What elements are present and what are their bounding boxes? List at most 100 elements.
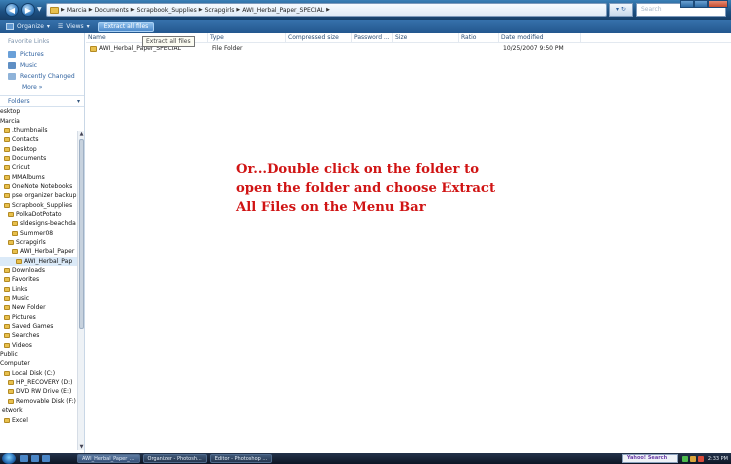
favorite-label: Music bbox=[20, 62, 38, 69]
folder-icon bbox=[4, 417, 10, 423]
views-button[interactable]: ☰ Views ▾ bbox=[58, 23, 90, 30]
scrollbar-thumb[interactable] bbox=[79, 139, 84, 329]
column-header-type[interactable]: Type bbox=[208, 33, 286, 43]
more-link[interactable]: More » bbox=[0, 82, 84, 95]
ie-icon[interactable] bbox=[31, 455, 39, 462]
start-button[interactable] bbox=[2, 453, 16, 464]
scroll-down-icon[interactable]: ▼ bbox=[78, 444, 84, 450]
yahoo-search-input[interactable]: Yahoo! Search bbox=[621, 454, 678, 463]
folder-icon bbox=[4, 277, 10, 283]
extract-all-files-button[interactable]: Extract all files bbox=[97, 21, 155, 32]
folder-icon bbox=[4, 155, 10, 161]
tree-item[interactable]: Links bbox=[0, 285, 78, 294]
tree-item[interactable]: Downloads bbox=[0, 266, 78, 275]
tree-item[interactable]: Computer bbox=[0, 359, 78, 368]
folder-icon bbox=[4, 305, 10, 311]
clock[interactable]: 2:33 PM bbox=[708, 456, 728, 462]
column-header-date-modified[interactable]: Date modified bbox=[499, 33, 581, 43]
tree-item-label: PolkaDotPotato bbox=[16, 210, 62, 218]
tree-item[interactable]: Documents bbox=[0, 154, 78, 163]
tree-item[interactable]: Cricut bbox=[0, 163, 78, 172]
tree-item[interactable]: Scrapgirls bbox=[0, 238, 78, 247]
folder-icon bbox=[4, 137, 10, 143]
breadcrumb-separator: ▶ bbox=[130, 7, 135, 13]
breadcrumb-item[interactable]: Scrapgirls bbox=[205, 7, 235, 14]
tree-item[interactable]: Saved Games bbox=[0, 322, 78, 331]
tree-item[interactable]: New Folder bbox=[0, 303, 78, 312]
tree-item[interactable]: HP_RECOVERY (D:) bbox=[0, 378, 78, 387]
breadcrumb-item[interactable]: Marcia bbox=[67, 7, 87, 14]
tree-item[interactable]: Local Disk (C:) bbox=[0, 369, 78, 378]
minimize-button[interactable] bbox=[680, 0, 694, 8]
back-arrow-icon[interactable]: ◀ bbox=[5, 3, 19, 17]
breadcrumb-item[interactable]: Scrapbook_Supplies bbox=[137, 7, 197, 14]
tree-item[interactable]: Public bbox=[0, 350, 78, 359]
tree-item[interactable]: Summer08 bbox=[0, 228, 78, 237]
folder-icon bbox=[4, 202, 10, 208]
taskbar: AWI_Herbal_Paper_... Organizer - Photosh… bbox=[0, 453, 731, 464]
column-header-ratio[interactable]: Ratio bbox=[459, 33, 499, 43]
tree-item[interactable]: Desktop bbox=[0, 144, 78, 153]
tree-item[interactable]: etwork bbox=[0, 406, 78, 415]
column-header-compressed-size[interactable]: Compressed size bbox=[286, 33, 352, 43]
tree-item[interactable]: Removable Disk (F:) bbox=[0, 397, 78, 406]
taskbar-button-editor[interactable]: Editor - Photoshop ... bbox=[209, 454, 273, 463]
folders-header[interactable]: Folders ▾ bbox=[0, 95, 84, 107]
tree-item[interactable]: Marcia bbox=[0, 116, 78, 125]
forward-arrow-icon[interactable]: ▶ bbox=[21, 3, 35, 17]
folder-icon bbox=[8, 398, 14, 404]
folder-icon bbox=[4, 333, 10, 339]
tree-item[interactable]: esktop bbox=[0, 107, 78, 116]
chevron-down-icon: ▾ bbox=[76, 98, 80, 105]
tree-item[interactable]: DVD RW Drive (E:) bbox=[0, 387, 78, 396]
folder-icon bbox=[4, 324, 10, 330]
favorite-item-recently-changed[interactable]: Recently Changed bbox=[0, 71, 84, 82]
tree-item-label: esktop bbox=[0, 108, 21, 116]
column-header-size[interactable]: Size bbox=[393, 33, 459, 43]
switch-windows-icon[interactable] bbox=[42, 455, 50, 462]
breadcrumb-item[interactable]: AWI_Herbal_Paper_SPECIAL bbox=[242, 7, 324, 14]
tree-item[interactable]: MMAlbums bbox=[0, 172, 78, 181]
favorite-item-pictures[interactable]: Pictures bbox=[0, 49, 84, 60]
taskbar-button-organizer[interactable]: Organizer - Photosh... bbox=[142, 454, 207, 463]
organize-button[interactable]: Organize ▾ bbox=[6, 23, 50, 30]
tree-item[interactable]: OneNote Notebooks bbox=[0, 182, 78, 191]
close-button[interactable] bbox=[708, 0, 728, 8]
tree-item[interactable]: Favorites bbox=[0, 275, 78, 284]
network-icon[interactable] bbox=[681, 455, 688, 462]
tree-item[interactable]: pse organizer backup bbox=[0, 191, 78, 200]
tree-item[interactable]: AWI_Herbal_Paper bbox=[0, 247, 78, 256]
chevron-down-icon: ▾ bbox=[86, 23, 90, 30]
tree-item[interactable]: sldesigns-beachda bbox=[0, 219, 78, 228]
maximize-button[interactable] bbox=[694, 0, 708, 8]
tree-item[interactable]: .thumbnails bbox=[0, 126, 78, 135]
favorite-label: Pictures bbox=[20, 51, 44, 58]
tree-item[interactable]: PolkaDotPotato bbox=[0, 210, 78, 219]
chevron-down-icon[interactable]: ▼ bbox=[37, 6, 42, 13]
tree-item[interactable]: Videos bbox=[0, 341, 78, 350]
tree-item[interactable]: Contacts bbox=[0, 135, 78, 144]
tree-item-label: HP_RECOVERY (D:) bbox=[16, 379, 73, 387]
scroll-up-icon[interactable]: ▲ bbox=[78, 131, 84, 137]
security-icon[interactable] bbox=[697, 455, 704, 462]
folder-icon bbox=[12, 230, 18, 236]
tree-item[interactable]: Scrapbook_Supplies bbox=[0, 200, 78, 209]
system-tray: Yahoo! Search 2:33 PM bbox=[621, 453, 731, 464]
tree-item-label: Searches bbox=[12, 332, 40, 340]
tree-item[interactable]: Pictures bbox=[0, 313, 78, 322]
favorite-item-music[interactable]: Music bbox=[0, 60, 84, 71]
volume-icon[interactable] bbox=[689, 455, 696, 462]
favorite-links-header: Favorite Links bbox=[8, 38, 50, 45]
show-desktop-icon[interactable] bbox=[20, 455, 28, 462]
taskbar-button-explorer[interactable]: AWI_Herbal_Paper_... bbox=[77, 454, 140, 463]
column-header-password[interactable]: Password ... bbox=[352, 33, 393, 43]
address-bar[interactable]: ▶ Marcia ▶ Documents ▶ Scrapbook_Supplie… bbox=[46, 3, 607, 17]
type-cell: File Folder bbox=[212, 45, 243, 52]
scrollbar[interactable]: ▲ ▼ bbox=[77, 131, 84, 450]
tree-item[interactable]: Music bbox=[0, 294, 78, 303]
tree-item[interactable]: Searches bbox=[0, 331, 78, 340]
refresh-button[interactable]: ▾ ↻ bbox=[609, 3, 633, 17]
breadcrumb-item[interactable]: Documents bbox=[95, 7, 129, 14]
tree-item[interactable]: AWI_Herbal_Pap bbox=[0, 256, 78, 266]
tree-item[interactable]: Excel bbox=[0, 415, 78, 424]
